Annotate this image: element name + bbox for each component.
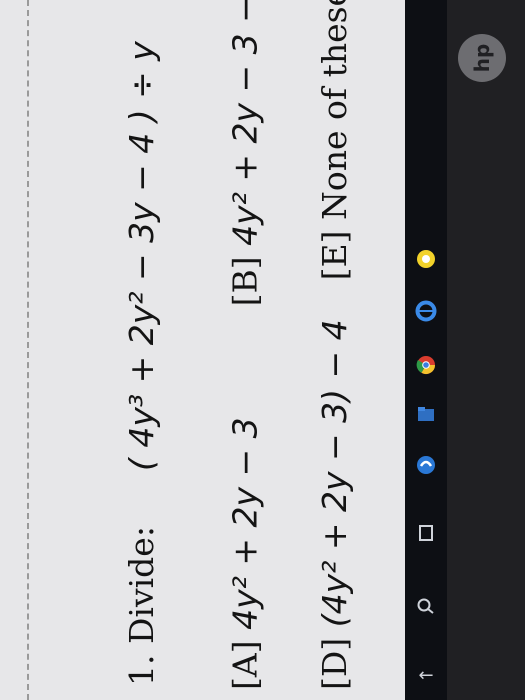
question-line: 1. Divide: ( 4y³ + 2y² − 3y − 4 ) ÷ y	[122, 41, 161, 686]
option-e-text: None of these	[315, 0, 354, 221]
option-d-expression: (4y² + 2y − 3) − 4	[315, 319, 354, 628]
task-view-icon[interactable]	[413, 520, 439, 546]
option-a-label: [A]	[225, 640, 265, 690]
question-expression: ( 4y³ + 2y² − 3y − 4 ) ÷ y	[122, 41, 161, 472]
edge-icon[interactable]	[413, 452, 439, 478]
question-label: 1. Divide:	[122, 526, 161, 686]
search-icon[interactable]	[413, 592, 439, 618]
option-e-label: [E]	[315, 230, 354, 281]
options-de-line: [D] (4y² + 2y − 3) − 4 [E] None of these	[315, 0, 354, 690]
options-ab-line: [A] 4y² + 2y − 3 [B] 4y² + 2y − 3 − 4 y	[220, 0, 275, 690]
photo-screen: 1. Divide: ( 4y³ + 2y² − 3y − 4 ) ÷ y [A…	[0, 0, 525, 700]
laptop-bezel	[447, 0, 525, 700]
option-d-label: [D]	[315, 637, 354, 690]
worksheet: 1. Divide: ( 4y³ + 2y² − 3y − 4 ) ÷ y [A…	[0, 0, 405, 700]
file-explorer-icon[interactable]	[413, 402, 439, 428]
option-b-label: [B]	[225, 256, 265, 307]
ie-icon[interactable]	[413, 298, 439, 324]
dashed-margin	[27, 0, 29, 700]
option-b-expression: 4y² + 2y − 3 −	[225, 0, 265, 246]
option-a-expression: 4y² + 2y − 3	[225, 417, 265, 630]
norton-icon[interactable]	[413, 246, 439, 272]
chrome-icon[interactable]	[413, 352, 439, 378]
taskbar: ←	[405, 0, 447, 700]
back-arrow-icon[interactable]: ←	[413, 662, 439, 688]
hp-logo: hp	[458, 34, 506, 82]
